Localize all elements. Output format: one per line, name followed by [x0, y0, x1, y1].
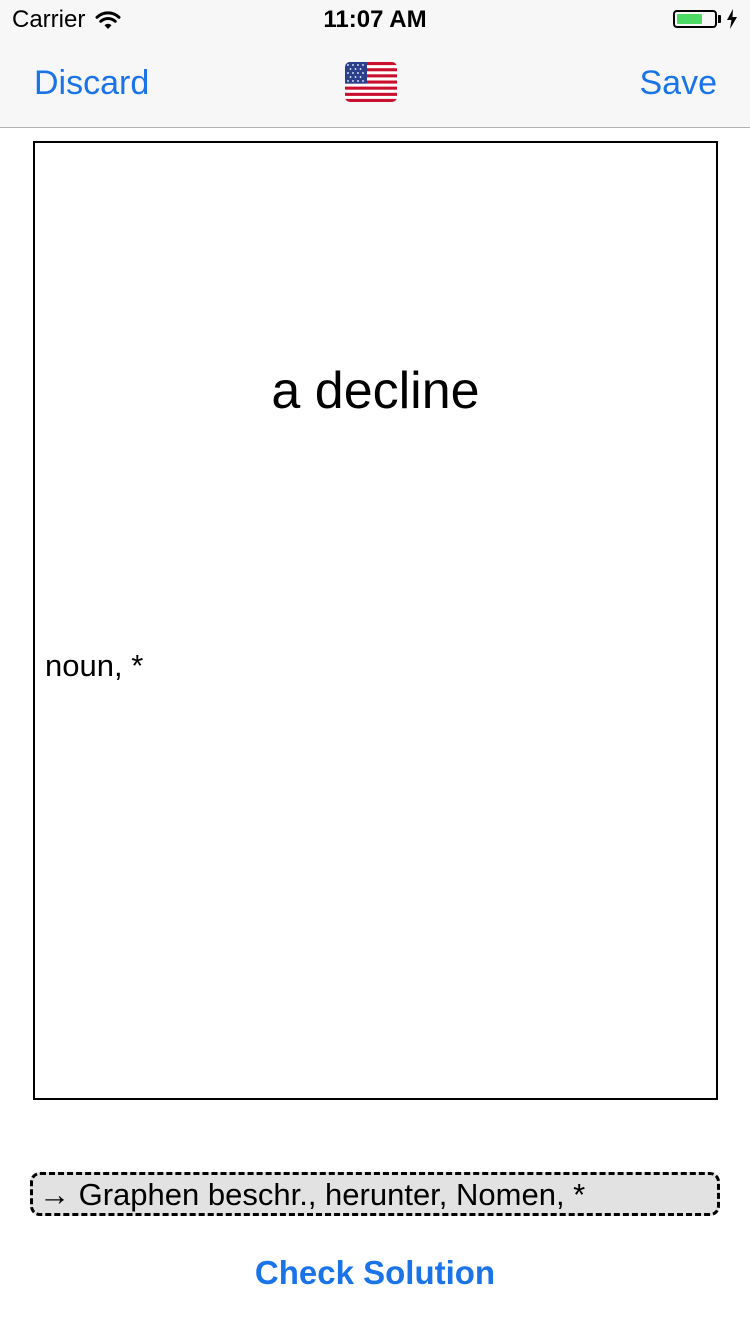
battery-level-fill	[677, 14, 703, 24]
answer-field[interactable]: → Graphen beschr., herunter, Nomen, *	[30, 1172, 720, 1216]
status-bar: Carrier 11:07 AM	[0, 0, 750, 40]
charging-bolt-icon	[727, 9, 737, 29]
us-flag-icon[interactable]	[345, 62, 397, 102]
card-word: a decline	[271, 362, 480, 420]
flashcard[interactable]: a decline noun, *	[33, 141, 718, 1100]
navigation-bar: Discard Save	[0, 40, 750, 128]
check-solution-button[interactable]: Check Solution	[0, 1254, 750, 1292]
battery-icon	[673, 10, 717, 28]
discard-button[interactable]: Discard	[34, 64, 149, 103]
battery-indicator	[673, 9, 738, 29]
card-word-type: noun, *	[45, 648, 144, 683]
status-time: 11:07 AM	[323, 6, 427, 33]
battery-cap	[718, 15, 721, 23]
save-button[interactable]: Save	[640, 64, 718, 103]
